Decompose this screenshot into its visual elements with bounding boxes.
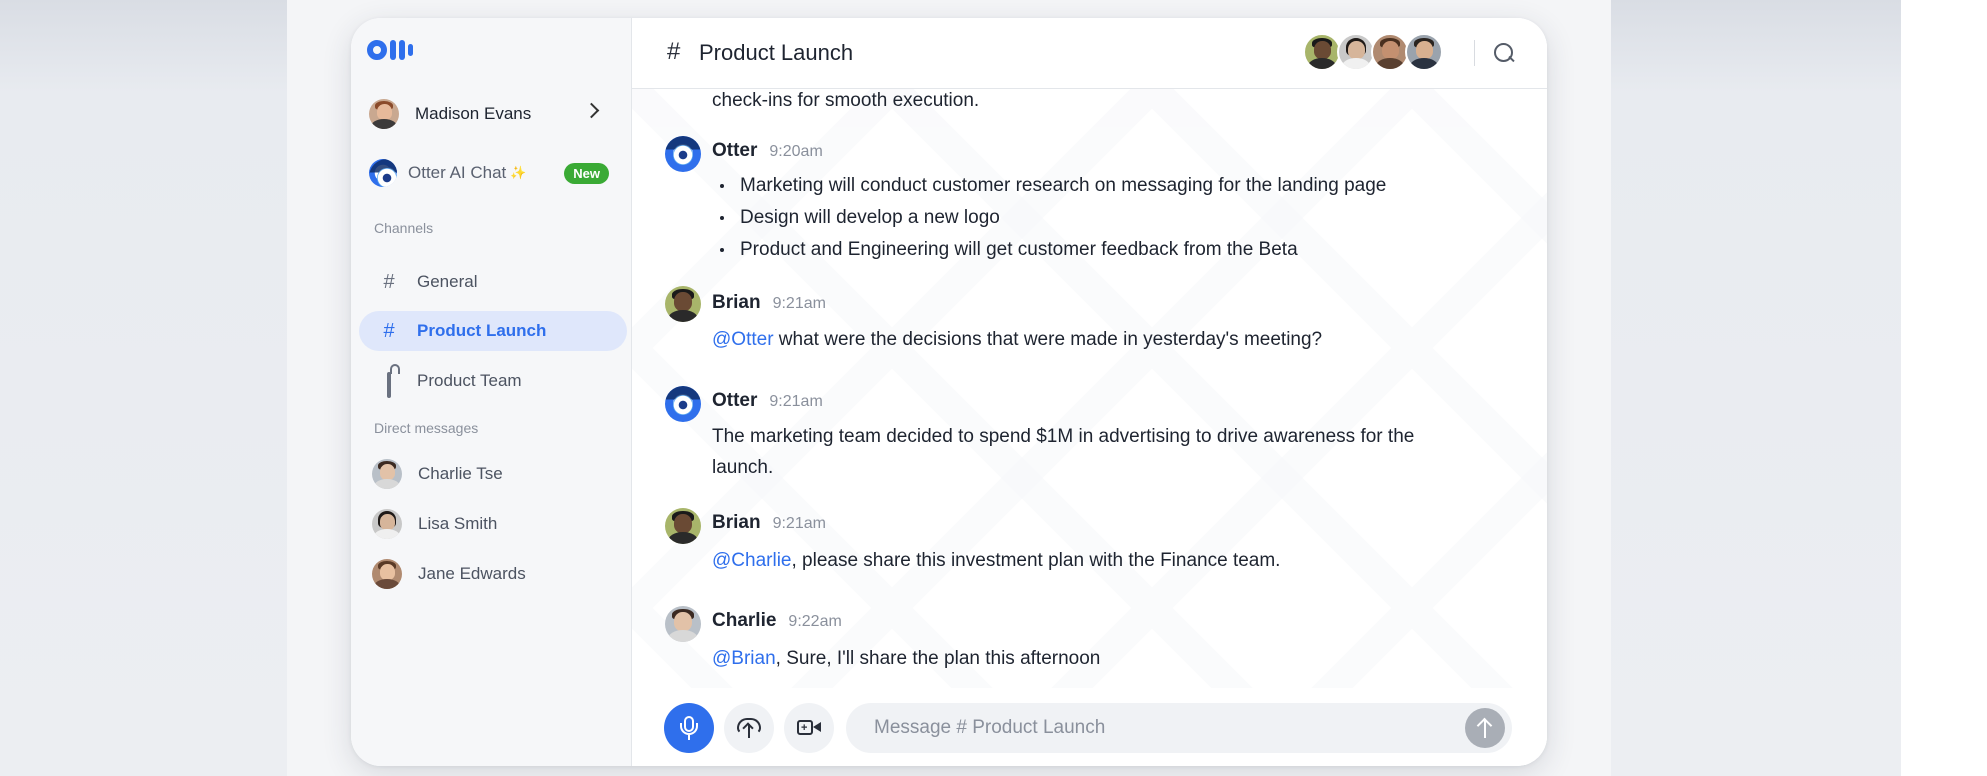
background-left	[0, 0, 287, 776]
hash-icon: #	[383, 319, 395, 342]
otter-ai-chat-item[interactable]: Otter AI Chat ✨ New	[369, 158, 609, 188]
message-author: Brian	[712, 512, 761, 533]
send-button[interactable]	[1465, 708, 1505, 748]
message-body: what were the decisions that were made i…	[773, 329, 1323, 350]
mention-link[interactable]: @Charlie	[712, 550, 791, 571]
avatar	[665, 508, 701, 544]
message-text: launch.	[712, 457, 774, 478]
avatar	[372, 559, 402, 589]
otter-logo[interactable]	[367, 37, 413, 63]
message-header: Brian 9:21am	[712, 512, 826, 534]
user-profile-row[interactable]: Madison Evans	[369, 97, 609, 131]
mention-link[interactable]: @Otter	[712, 329, 774, 350]
avatar	[372, 459, 402, 489]
chat-app-window: Madison Evans Otter AI Chat ✨ New Channe…	[351, 18, 1547, 766]
list-item: Marketing will conduct customer research…	[712, 170, 1386, 202]
message-timestamp: 9:22am	[788, 613, 842, 630]
message-list[interactable]: check-ins for smooth execution. Otter 9:…	[632, 88, 1547, 688]
sparkle-icon: ✨	[510, 165, 527, 180]
dm-label: Lisa Smith	[418, 514, 498, 533]
message-header: Brian 9:21am	[712, 292, 826, 314]
search-icon[interactable]	[1490, 40, 1518, 68]
user-avatar	[369, 99, 399, 129]
message-author: Otter	[712, 390, 758, 411]
message-timestamp: 9:21am	[772, 295, 826, 312]
message-header: Otter 9:20am	[712, 140, 823, 162]
channel-label: General	[417, 272, 478, 291]
dm-label: Charlie Tse	[418, 464, 503, 483]
background-right	[1611, 0, 1901, 776]
otter-avatar	[665, 136, 701, 172]
message-author: Otter	[712, 140, 758, 161]
avatar	[372, 509, 402, 539]
hash-icon: #	[383, 270, 395, 293]
message-text: @Otter what were the decisions that were…	[712, 324, 1322, 356]
direct-messages-heading: Direct messages	[374, 420, 479, 436]
otter-ai-chat-label: Otter AI Chat	[408, 163, 507, 182]
message-header: Otter 9:21am	[712, 390, 823, 412]
microphone-button[interactable]	[664, 703, 714, 753]
avatar	[665, 606, 701, 642]
video-button[interactable]: +	[784, 703, 834, 753]
otter-ai-icon	[369, 159, 397, 187]
message-timestamp: 9:21am	[769, 393, 823, 410]
list-item: Product and Engineering will get custome…	[712, 234, 1386, 266]
dm-item-lisa-smith[interactable]: Lisa Smith	[359, 504, 627, 544]
upload-button[interactable]	[724, 703, 774, 753]
sidebar: Madison Evans Otter AI Chat ✨ New Channe…	[351, 18, 632, 766]
channel-header: # Product Launch	[632, 18, 1547, 89]
dm-item-jane-edwards[interactable]: Jane Edwards	[359, 554, 627, 594]
message-timestamp: 9:21am	[772, 515, 826, 532]
otter-avatar	[665, 386, 701, 422]
member-avatar[interactable]	[1405, 33, 1443, 71]
member-avatar[interactable]	[1337, 33, 1375, 71]
new-badge: New	[564, 162, 609, 184]
mention-link[interactable]: @Brian	[712, 648, 776, 669]
dm-label: Jane Edwards	[418, 564, 526, 583]
background-far-right	[1901, 0, 1987, 776]
message-input[interactable]	[846, 703, 1512, 753]
dm-item-charlie-tse[interactable]: Charlie Tse	[359, 454, 627, 494]
message-text: check-ins for smooth execution.	[712, 90, 980, 111]
message-author: Charlie	[712, 610, 777, 631]
lock-icon	[377, 370, 401, 398]
message-bullet-list: Marketing will conduct customer research…	[712, 170, 1386, 266]
list-item: Design will develop a new logo	[712, 202, 1386, 234]
hash-icon: #	[667, 38, 681, 65]
message-text: @Charlie, please share this investment p…	[712, 545, 1280, 577]
channel-item-product-launch[interactable]: # Product Launch	[359, 311, 627, 351]
chevron-right-icon	[583, 102, 600, 119]
channel-title: Product Launch	[699, 40, 854, 65]
member-avatar[interactable]	[1371, 33, 1409, 71]
header-divider	[1474, 40, 1475, 66]
avatar	[665, 286, 701, 322]
message-author: Brian	[712, 292, 761, 313]
message-text: @Brian, Sure, I'll share the plan this a…	[712, 643, 1100, 675]
message-header: Charlie 9:22am	[712, 610, 842, 632]
user-name: Madison Evans	[415, 104, 532, 123]
message-composer: +	[632, 688, 1547, 766]
channel-main: # Product Launch check-ins for smooth ex…	[632, 18, 1547, 766]
message-text: The marketing team decided to spend $1M …	[712, 426, 1415, 447]
message-body: , please share this investment plan with…	[791, 550, 1281, 571]
channel-label: Product Team	[417, 371, 522, 390]
channel-item-general[interactable]: # General	[359, 262, 627, 302]
channel-members[interactable]	[1303, 33, 1443, 71]
message-timestamp: 9:20am	[769, 143, 823, 160]
member-avatar[interactable]	[1303, 33, 1341, 71]
channel-label: Product Launch	[417, 321, 547, 340]
channels-heading: Channels	[374, 220, 434, 236]
message-body: , Sure, I'll share the plan this afterno…	[775, 648, 1101, 669]
channel-item-product-team[interactable]: Product Team	[359, 361, 627, 401]
